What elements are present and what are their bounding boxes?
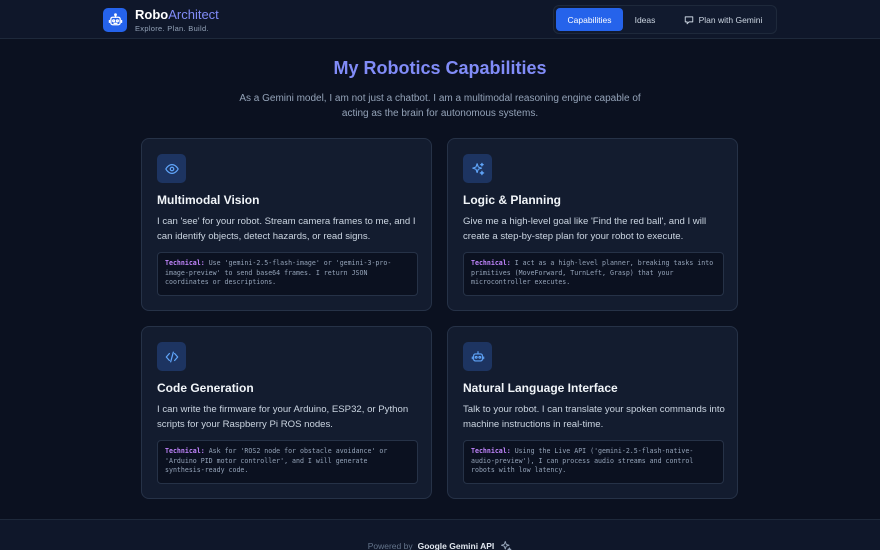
brand[interactable]: RoboArchitect Explore. Plan. Build.: [103, 8, 219, 34]
top-header: RoboArchitect Explore. Plan. Build. Capa…: [0, 0, 880, 39]
capability-card-vision: Multimodal Vision I can 'see' for your r…: [141, 138, 432, 311]
technical-note: Technical: I act as a high-level planner…: [463, 252, 724, 296]
capability-card-language: Natural Language Interface Talk to your …: [447, 326, 738, 499]
technical-label: Technical:: [471, 259, 511, 267]
card-title: Logic & Planning: [463, 193, 561, 207]
card-description: Talk to your robot. I can translate your…: [463, 404, 725, 430]
robot-logo-icon: [103, 8, 127, 32]
brand-tagline: Explore. Plan. Build.: [135, 24, 209, 33]
card-title: Code Generation: [157, 381, 254, 395]
main-nav: Capabilities Ideas Plan with Gemini: [553, 5, 777, 34]
powered-by: Powered by Google Gemini API: [0, 540, 880, 550]
card-title: Multimodal Vision: [157, 193, 260, 207]
nav-capabilities-button[interactable]: Capabilities: [556, 8, 623, 31]
page-subtitle: As a Gemini model, I am not just a chatb…: [239, 93, 641, 119]
technical-label: Technical:: [165, 259, 205, 267]
technical-note: Technical: Ask for 'ROS2 node for obstac…: [157, 440, 418, 484]
card-description: Give me a high-level goal like 'Find the…: [463, 216, 707, 242]
page-title: My Robotics Capabilities: [333, 58, 547, 78]
eye-icon: [157, 154, 186, 183]
api-name: Google Gemini API: [417, 541, 495, 550]
capability-card-code: Code Generation I can write the firmware…: [141, 326, 432, 499]
card-description: I can write the firmware for your Arduin…: [157, 404, 409, 430]
capability-card-planning: Logic & Planning Give me a high-level go…: [447, 138, 738, 311]
code-icon: [157, 342, 186, 371]
powered-by-label: Powered by: [367, 541, 413, 550]
robot-icon: [463, 342, 492, 371]
card-title: Natural Language Interface: [463, 381, 618, 395]
brand-name: RoboArchitect: [135, 7, 219, 22]
technical-note: Technical: Using the Live API ('gemini-2…: [463, 440, 724, 484]
technical-label: Technical:: [165, 447, 205, 455]
technical-note: Technical: Use 'gemini-2.5-flash-image' …: [157, 252, 418, 296]
card-description: I can 'see' for your robot. Stream camer…: [157, 216, 416, 242]
sparkles-icon: [501, 541, 512, 550]
nav-ideas-button[interactable]: Ideas: [628, 8, 662, 31]
nav-plan-with-gemini-button[interactable]: Plan with Gemini: [672, 8, 774, 31]
chat-icon: [684, 15, 693, 24]
nav-plan-label: Plan with Gemini: [698, 14, 763, 25]
page-footer: Powered by Google Gemini API: [0, 519, 880, 550]
technical-label: Technical:: [471, 447, 511, 455]
sparkles-icon: [463, 154, 492, 183]
